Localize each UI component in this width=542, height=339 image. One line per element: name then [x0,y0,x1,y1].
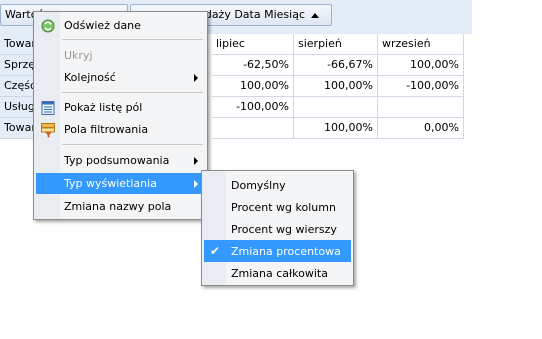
menu-item-label: Ukryj [64,49,93,62]
menu-item-label: Pola filtrowania [64,123,149,136]
table-cell[interactable]: -100,00% [378,76,464,97]
menu-item-display-type[interactable]: Typ wyświetlania [36,173,205,194]
menu-separator [62,39,203,40]
row-header-sprzet[interactable]: Sprzęt [0,55,34,76]
table-cell[interactable]: 100,00% [294,76,378,97]
column-header-label: sierpień [298,37,342,50]
menu-item-refresh-data[interactable]: Odśwież dane [36,15,205,36]
menu-item-order[interactable]: Kolejność [36,67,205,88]
menu-item-label: Zmiana całkowita [231,267,328,280]
submenu-item-default[interactable]: Domyślny [204,174,351,196]
submenu-arrow-icon [194,157,198,165]
checkmark-icon: ✔ [210,244,221,258]
menu-item-label: Typ podsumowania [64,154,170,167]
row-label: Sprzęt [4,58,33,71]
column-header-label: wrzesień [382,37,431,50]
menu-item-label: Typ wyświetlania [64,177,157,190]
submenu-arrow-icon [194,180,198,188]
menu-item-label: Procent wg kolumn [231,201,336,214]
table-cell[interactable]: 0,00% [378,118,464,139]
row-label: Usługi [4,100,33,113]
column-header-label: lipiec [216,37,245,50]
refresh-icon [41,19,55,33]
row-field-header-label: Towar [4,37,34,50]
column-header-lipiec: lipiec [212,34,294,55]
table-cell[interactable]: 100,00% [378,55,464,76]
filter-icon [41,123,55,138]
menu-item-label: Zmiana nazwy pola [64,200,172,213]
menu-item-show-field-list[interactable]: Pokaż listę pól [36,97,205,118]
row-label: Towary [4,121,33,134]
row-header-czesci[interactable]: Części [0,76,34,97]
table-cell[interactable] [378,97,464,118]
menu-item-label: Pokaż listę pól [64,101,143,114]
table-cell[interactable]: -62,50% [212,55,294,76]
submenu-item-percent-change[interactable]: ✔ Zmiana procentowa [204,240,351,262]
sort-up-icon[interactable] [311,13,319,18]
submenu-item-percent-of-row[interactable]: Procent wg wierszy [204,218,351,240]
menu-item-label: Procent wg wierszy [231,223,337,236]
column-header-wrzesien: wrzesień [378,34,464,55]
menu-item-filter-fields[interactable]: Pola filtrowania [36,119,205,140]
menu-item-label: Domyślny [231,179,286,192]
submenu-item-percent-of-column[interactable]: Procent wg kolumn [204,196,351,218]
submenu-item-total-change[interactable]: Zmiana całkowita [204,262,351,284]
context-menu: Odśwież dane Ukryj Kolejność Pokaż listę… [33,11,208,220]
field-list-icon [41,101,55,115]
table-cell[interactable] [294,97,378,118]
menu-item-summary-type[interactable]: Typ podsumowania [36,150,205,171]
row-field-header[interactable]: Towar [0,34,34,55]
menu-item-rename-field[interactable]: Zmiana nazwy pola [36,196,205,217]
row-header-towary[interactable]: Towary [0,118,34,139]
row-header-uslugi[interactable]: Usługi [0,97,34,118]
menu-item-label: Zmiana procentowa [231,245,341,258]
table-cell[interactable]: 100,00% [212,76,294,97]
menu-item-hide[interactable]: Ukryj [36,45,205,66]
menu-separator [62,144,203,145]
menu-item-label: Kolejność [64,71,116,84]
submenu-arrow-icon [194,74,198,82]
table-cell[interactable] [212,118,294,139]
table-cell[interactable]: -100,00% [212,97,294,118]
table-cell[interactable]: -66,67% [294,55,378,76]
row-label: Części [4,79,33,92]
display-type-submenu: Domyślny Procent wg kolumn Procent wg wi… [201,170,354,286]
table-cell[interactable]: 100,00% [294,118,378,139]
column-header-sierpien: sierpień [294,34,378,55]
menu-item-label: Odśwież dane [64,19,141,32]
menu-separator [62,92,203,93]
